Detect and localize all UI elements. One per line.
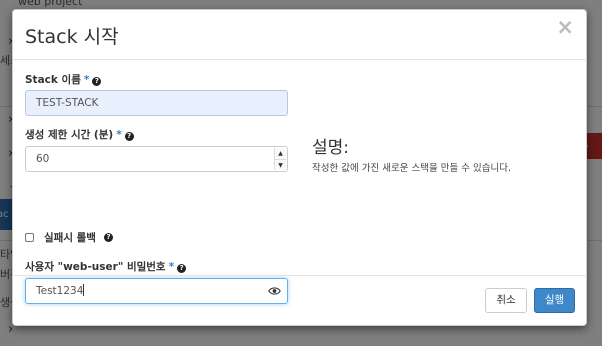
rollback-label: 실패시 롤백 [44,232,96,244]
password-label: 사용자 "web-user" 비밀번호 *? [25,259,187,274]
stack-name-input[interactable]: TEST-STACK [25,90,288,116]
description-text: 작성한 값에 가진 새로운 스택을 만들 수 있습니다. [312,163,511,174]
decrement-icon[interactable]: ▼ [274,159,286,170]
help-icon[interactable]: ? [103,233,113,242]
timeout-number-input[interactable]: 60 ▲ ▼ [25,146,288,172]
help-icon[interactable]: ? [92,77,102,86]
timeout-label: 생성 제한 시간 (분) *? [25,127,134,142]
modal-footer: 취소 실행 [13,275,586,325]
required-icon: * [116,129,122,141]
quantity-stepper[interactable]: ▲ ▼ [274,148,286,170]
help-icon[interactable]: ? [124,132,134,141]
modal-body: Stack 이름 *? TEST-STACK 생성 제한 시간 (분) *? 60 … [13,60,586,304]
description-title: 설명: [312,138,350,158]
rollback-checkbox[interactable] [25,233,34,242]
required-icon: * [83,74,90,86]
launch-button[interactable]: 실행 [534,288,575,313]
modal-header: Stack 시작 × [13,10,586,60]
stack-name-label: Stack 이름 *? [25,72,102,87]
close-icon[interactable]: × [556,17,574,38]
modal-title: Stack 시작 [25,26,119,48]
increment-icon[interactable]: ▲ [274,148,286,159]
required-icon: * [168,261,175,273]
launch-stack-dialog: Stack 시작 × Stack 이름 *? TEST-STACK 생성 제한 시… [12,9,587,326]
rollback-option[interactable]: 실패시 롤백 ? [25,230,113,245]
help-icon[interactable]: ? [177,264,187,273]
cancel-button[interactable]: 취소 [485,288,527,313]
